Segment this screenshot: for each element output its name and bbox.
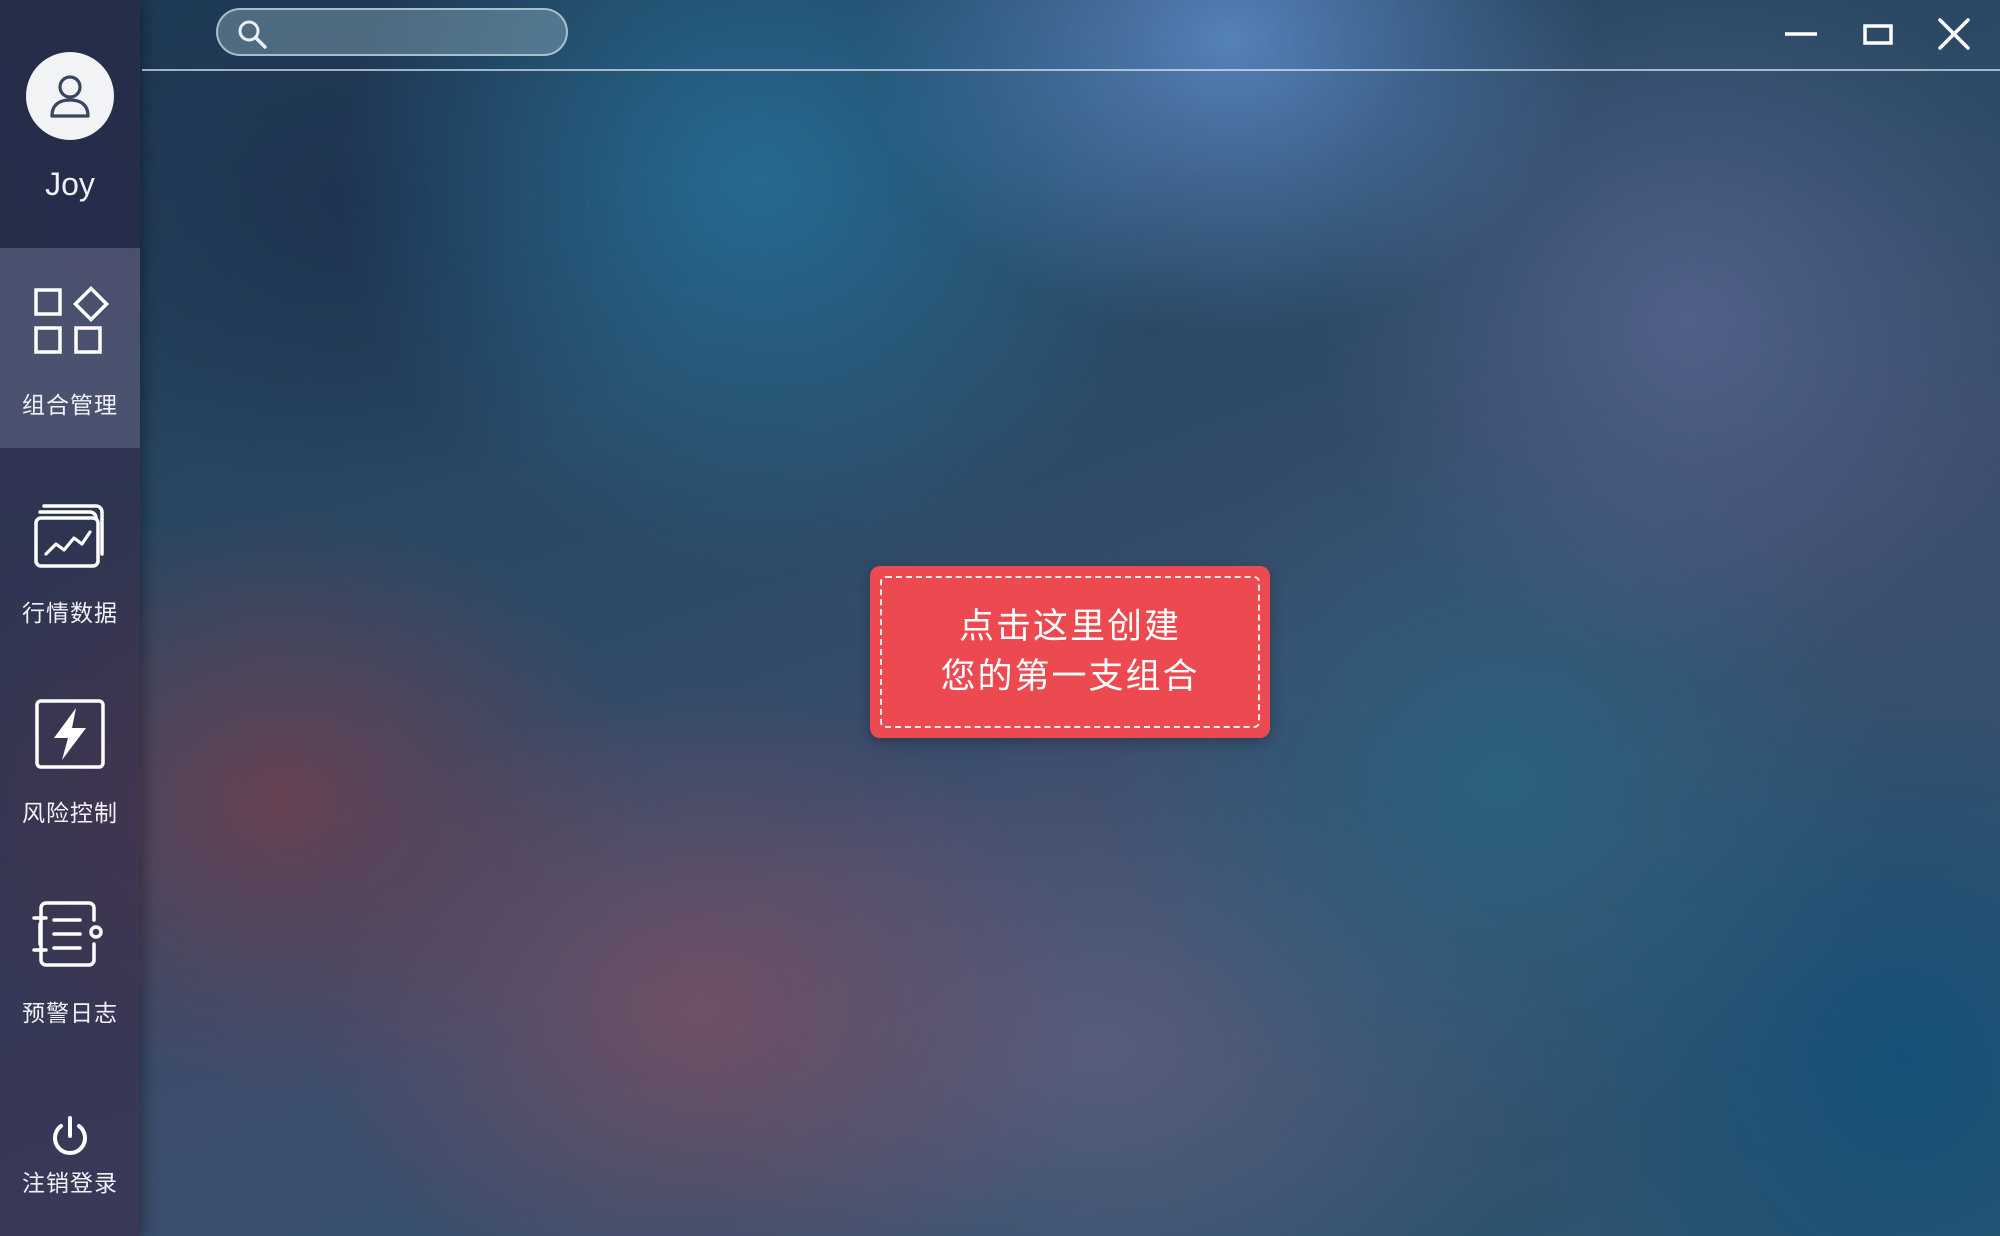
search-input[interactable] [278,16,552,50]
sidebar-item-label: 行情数据 [22,601,118,627]
search-box[interactable] [216,8,568,56]
sidebar-item-risk-control[interactable]: 风险控制 [0,656,140,856]
top-bar [142,0,2000,71]
log-list-icon [32,901,103,967]
create-prompt-line2: 您的第一支组合 [940,657,1200,697]
logout-label: 注销登录 [22,1171,118,1197]
grid-shapes-icon [34,285,110,354]
create-portfolio-dashed-frame: 点击这里创建 您的第一支组合 [880,576,1260,728]
sidebar-item-label: 风险控制 [22,801,118,827]
maximize-icon [1863,24,1893,45]
close-button[interactable] [1932,12,1976,56]
create-prompt-line1: 点击这里创建 [958,607,1181,647]
close-icon [1938,18,1970,50]
sidebar-item-market-data[interactable]: 行情数据 [0,456,140,656]
power-icon [53,1116,87,1155]
username: Joy [45,166,95,202]
avatar[interactable] [26,52,114,140]
sidebar: Joy 组合管理 行情数据 风险控制 预警日志 注销登录 [0,0,140,1236]
maximize-button[interactable] [1856,12,1900,56]
logout-button[interactable]: 注销登录 [0,1100,140,1210]
create-portfolio-button[interactable]: 点击这里创建 您的第一支组合 [870,566,1270,738]
lightning-icon [35,699,105,769]
sidebar-item-alert-log[interactable]: 预警日志 [0,856,140,1056]
minimize-button[interactable] [1779,12,1823,56]
sidebar-item-label: 组合管理 [22,393,118,419]
sidebar-item-portfolio-management[interactable]: 组合管理 [0,248,140,448]
sidebar-item-label: 预警日志 [22,1001,118,1027]
user-profile: Joy [0,0,140,248]
app-window: Joy 组合管理 行情数据 风险控制 预警日志 注销登录 点击这里创建 您的第一… [0,0,2000,1236]
minimize-icon [1785,32,1817,36]
user-icon [50,75,90,118]
market-chart-icon [34,504,104,568]
search-icon [238,20,267,49]
